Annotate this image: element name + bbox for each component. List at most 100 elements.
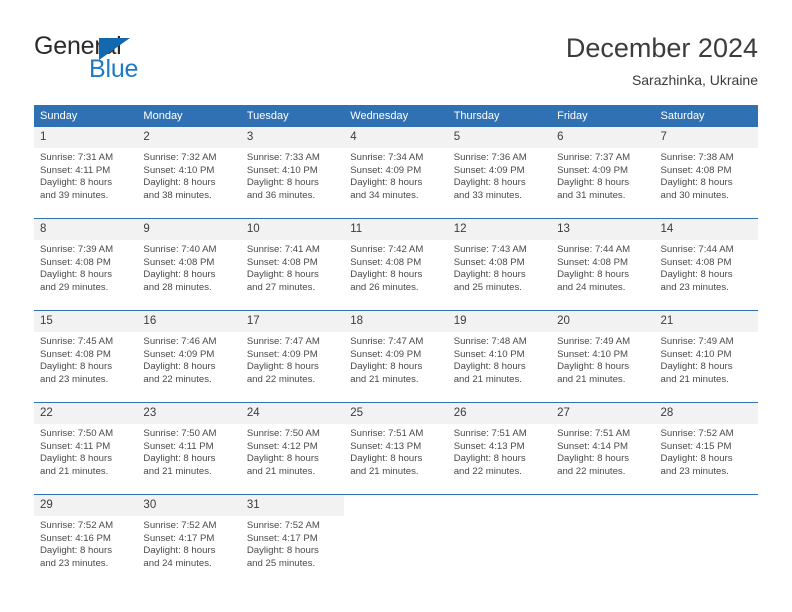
day-cell[interactable]: 17 Sunrise: 7:47 AM Sunset: 4:09 PM Dayl… [240, 310, 345, 403]
day-cell[interactable]: 6 Sunrise: 7:37 AM Sunset: 4:09 PM Dayli… [551, 127, 655, 219]
day-details: Sunrise: 7:49 AM Sunset: 4:10 PM Dayligh… [655, 332, 758, 402]
daylight-text-line2: and 23 minutes. [660, 281, 729, 293]
day-cell[interactable]: 8 Sunrise: 7:39 AM Sunset: 4:08 PM Dayli… [34, 218, 138, 311]
sunset-text: Sunset: 4:17 PM [143, 532, 215, 544]
day-cell[interactable]: 31 Sunrise: 7:52 AM Sunset: 4:17 PM Dayl… [240, 494, 345, 586]
day-details: Sunrise: 7:51 AM Sunset: 4:14 PM Dayligh… [551, 424, 654, 494]
general-blue-logo[interactable]: General Blue [34, 33, 224, 85]
day-cell[interactable]: 29 Sunrise: 7:52 AM Sunset: 4:16 PM Dayl… [34, 494, 138, 586]
calendar-table: Sunday Monday Tuesday Wednesday Thursday… [34, 105, 758, 586]
weekday-header-sunday: Sunday [34, 105, 138, 127]
sunrise-text: Sunrise: 7:50 AM [143, 428, 217, 439]
daylight-text-line2: and 36 minutes. [246, 189, 316, 201]
day-details: Sunrise: 7:44 AM Sunset: 4:08 PM Dayligh… [655, 240, 758, 310]
daylight-text-line2: and 29 minutes. [40, 281, 109, 293]
day-details: Sunrise: 7:39 AM Sunset: 4:08 PM Dayligh… [34, 240, 137, 310]
day-number [344, 495, 448, 516]
day-cell[interactable]: 1 Sunrise: 7:31 AM Sunset: 4:11 PM Dayli… [34, 127, 138, 219]
sunset-text: Sunset: 4:09 PM [143, 348, 215, 360]
sunset-text: Sunset: 4:08 PM [40, 348, 111, 360]
day-cell[interactable]: 30 Sunrise: 7:52 AM Sunset: 4:17 PM Dayl… [137, 494, 241, 586]
day-cell[interactable]: 13 Sunrise: 7:44 AM Sunset: 4:08 PM Dayl… [551, 218, 655, 311]
day-cell[interactable]: 11 Sunrise: 7:42 AM Sunset: 4:08 PM Dayl… [344, 218, 448, 311]
day-cell[interactable]: 19 Sunrise: 7:48 AM Sunset: 4:10 PM Dayl… [447, 310, 552, 403]
title-block: December 2024 Sarazhinka, Ukraine [566, 32, 758, 89]
day-number: 16 [137, 311, 241, 332]
day-number: 30 [137, 495, 241, 516]
day-cell[interactable]: 12 Sunrise: 7:43 AM Sunset: 4:08 PM Dayl… [447, 218, 552, 311]
day-details: Sunrise: 7:52 AM Sunset: 4:17 PM Dayligh… [137, 516, 240, 586]
daylight-text-line1: Daylight: 8 hours [557, 269, 630, 281]
day-cell[interactable]: 27 Sunrise: 7:51 AM Sunset: 4:14 PM Dayl… [551, 402, 655, 495]
day-cell[interactable]: 21 Sunrise: 7:49 AM Sunset: 4:10 PM Dayl… [654, 310, 758, 403]
daylight-text-line1: Daylight: 8 hours [660, 453, 733, 465]
day-number: 23 [137, 403, 241, 424]
day-cell[interactable]: 7 Sunrise: 7:38 AM Sunset: 4:08 PM Dayli… [654, 127, 758, 219]
daylight-text-line1: Daylight: 8 hours [350, 269, 423, 281]
day-cell[interactable]: 16 Sunrise: 7:46 AM Sunset: 4:09 PM Dayl… [137, 310, 241, 403]
day-number: 31 [240, 495, 345, 516]
daylight-text-line1: Daylight: 8 hours [40, 269, 112, 281]
day-cell[interactable]: 28 Sunrise: 7:52 AM Sunset: 4:15 PM Dayl… [654, 402, 758, 495]
sunset-text: Sunset: 4:08 PM [246, 256, 318, 268]
day-details: Sunrise: 7:42 AM Sunset: 4:08 PM Dayligh… [344, 240, 447, 310]
daylight-text-line2: and 23 minutes. [40, 557, 109, 569]
day-cell[interactable]: 5 Sunrise: 7:36 AM Sunset: 4:09 PM Dayli… [447, 127, 552, 219]
sunset-text: Sunset: 4:08 PM [660, 256, 732, 268]
day-details: Sunrise: 7:43 AM Sunset: 4:08 PM Dayligh… [448, 240, 551, 310]
day-number: 14 [654, 219, 758, 240]
day-number: 9 [137, 219, 241, 240]
day-number: 20 [551, 311, 655, 332]
daylight-text-line1: Daylight: 8 hours [246, 177, 319, 189]
daylight-text-line2: and 28 minutes. [143, 281, 212, 293]
sunrise-text: Sunrise: 7:52 AM [143, 520, 217, 531]
day-number: 6 [551, 127, 655, 148]
daylight-text-line2: and 23 minutes. [40, 373, 109, 385]
day-cell[interactable]: 10 Sunrise: 7:41 AM Sunset: 4:08 PM Dayl… [240, 218, 345, 311]
sunset-text: Sunset: 4:10 PM [246, 164, 318, 176]
sunset-text: Sunset: 4:13 PM [453, 440, 525, 452]
day-cell[interactable]: 9 Sunrise: 7:40 AM Sunset: 4:08 PM Dayli… [137, 218, 241, 311]
day-cell[interactable]: 3 Sunrise: 7:33 AM Sunset: 4:10 PM Dayli… [240, 127, 345, 219]
daylight-text-line1: Daylight: 8 hours [246, 453, 319, 465]
sunrise-text: Sunrise: 7:52 AM [660, 428, 734, 439]
daylight-text-line1: Daylight: 8 hours [660, 361, 733, 373]
sunrise-text: Sunrise: 7:48 AM [453, 336, 527, 347]
daylight-text-line2: and 21 minutes. [40, 465, 109, 477]
day-cell[interactable]: 15 Sunrise: 7:45 AM Sunset: 4:08 PM Dayl… [34, 310, 138, 403]
day-number: 3 [240, 127, 345, 148]
sunset-text: Sunset: 4:11 PM [40, 164, 111, 176]
day-cell[interactable]: 22 Sunrise: 7:50 AM Sunset: 4:11 PM Dayl… [34, 402, 138, 495]
day-cell[interactable]: 2 Sunrise: 7:32 AM Sunset: 4:10 PM Dayli… [137, 127, 241, 219]
day-cell[interactable]: 25 Sunrise: 7:51 AM Sunset: 4:13 PM Dayl… [344, 402, 448, 495]
sunrise-text: Sunrise: 7:44 AM [557, 244, 631, 255]
daylight-text-line2: and 22 minutes. [453, 465, 522, 477]
daylight-text-line1: Daylight: 8 hours [143, 545, 216, 557]
sunrise-text: Sunrise: 7:52 AM [246, 520, 320, 531]
day-cell[interactable]: 20 Sunrise: 7:49 AM Sunset: 4:10 PM Dayl… [551, 310, 655, 403]
day-cell[interactable]: 14 Sunrise: 7:44 AM Sunset: 4:08 PM Dayl… [654, 218, 758, 311]
daylight-text-line1: Daylight: 8 hours [350, 361, 423, 373]
sunset-text: Sunset: 4:10 PM [143, 164, 215, 176]
page-title: December 2024 [565, 33, 758, 63]
daylight-text-line2: and 23 minutes. [660, 465, 729, 477]
day-number: 28 [654, 403, 758, 424]
day-cell[interactable]: 24 Sunrise: 7:50 AM Sunset: 4:12 PM Dayl… [240, 402, 345, 495]
day-cell[interactable]: 4 Sunrise: 7:34 AM Sunset: 4:09 PM Dayli… [344, 127, 448, 219]
day-cell[interactable]: 18 Sunrise: 7:47 AM Sunset: 4:09 PM Dayl… [344, 310, 448, 403]
day-cell[interactable]: 26 Sunrise: 7:51 AM Sunset: 4:13 PM Dayl… [447, 402, 552, 495]
day-number: 19 [447, 311, 552, 332]
weekday-header-saturday: Saturday [654, 105, 758, 127]
daylight-text-line1: Daylight: 8 hours [453, 361, 526, 373]
daylight-text-line2: and 25 minutes. [246, 557, 316, 569]
sunset-text: Sunset: 4:08 PM [40, 256, 111, 268]
daylight-text-line1: Daylight: 8 hours [40, 453, 112, 465]
day-number: 22 [34, 403, 138, 424]
day-cell[interactable]: 23 Sunrise: 7:50 AM Sunset: 4:11 PM Dayl… [137, 402, 241, 495]
sunset-text: Sunset: 4:09 PM [350, 348, 422, 360]
daylight-text-line2: and 22 minutes. [246, 373, 316, 385]
sunrise-text: Sunrise: 7:44 AM [660, 244, 734, 255]
calendar-page: General Blue December 2024 Sarazhinka, U… [0, 0, 792, 612]
day-number: 13 [551, 219, 655, 240]
sunset-text: Sunset: 4:10 PM [660, 348, 732, 360]
